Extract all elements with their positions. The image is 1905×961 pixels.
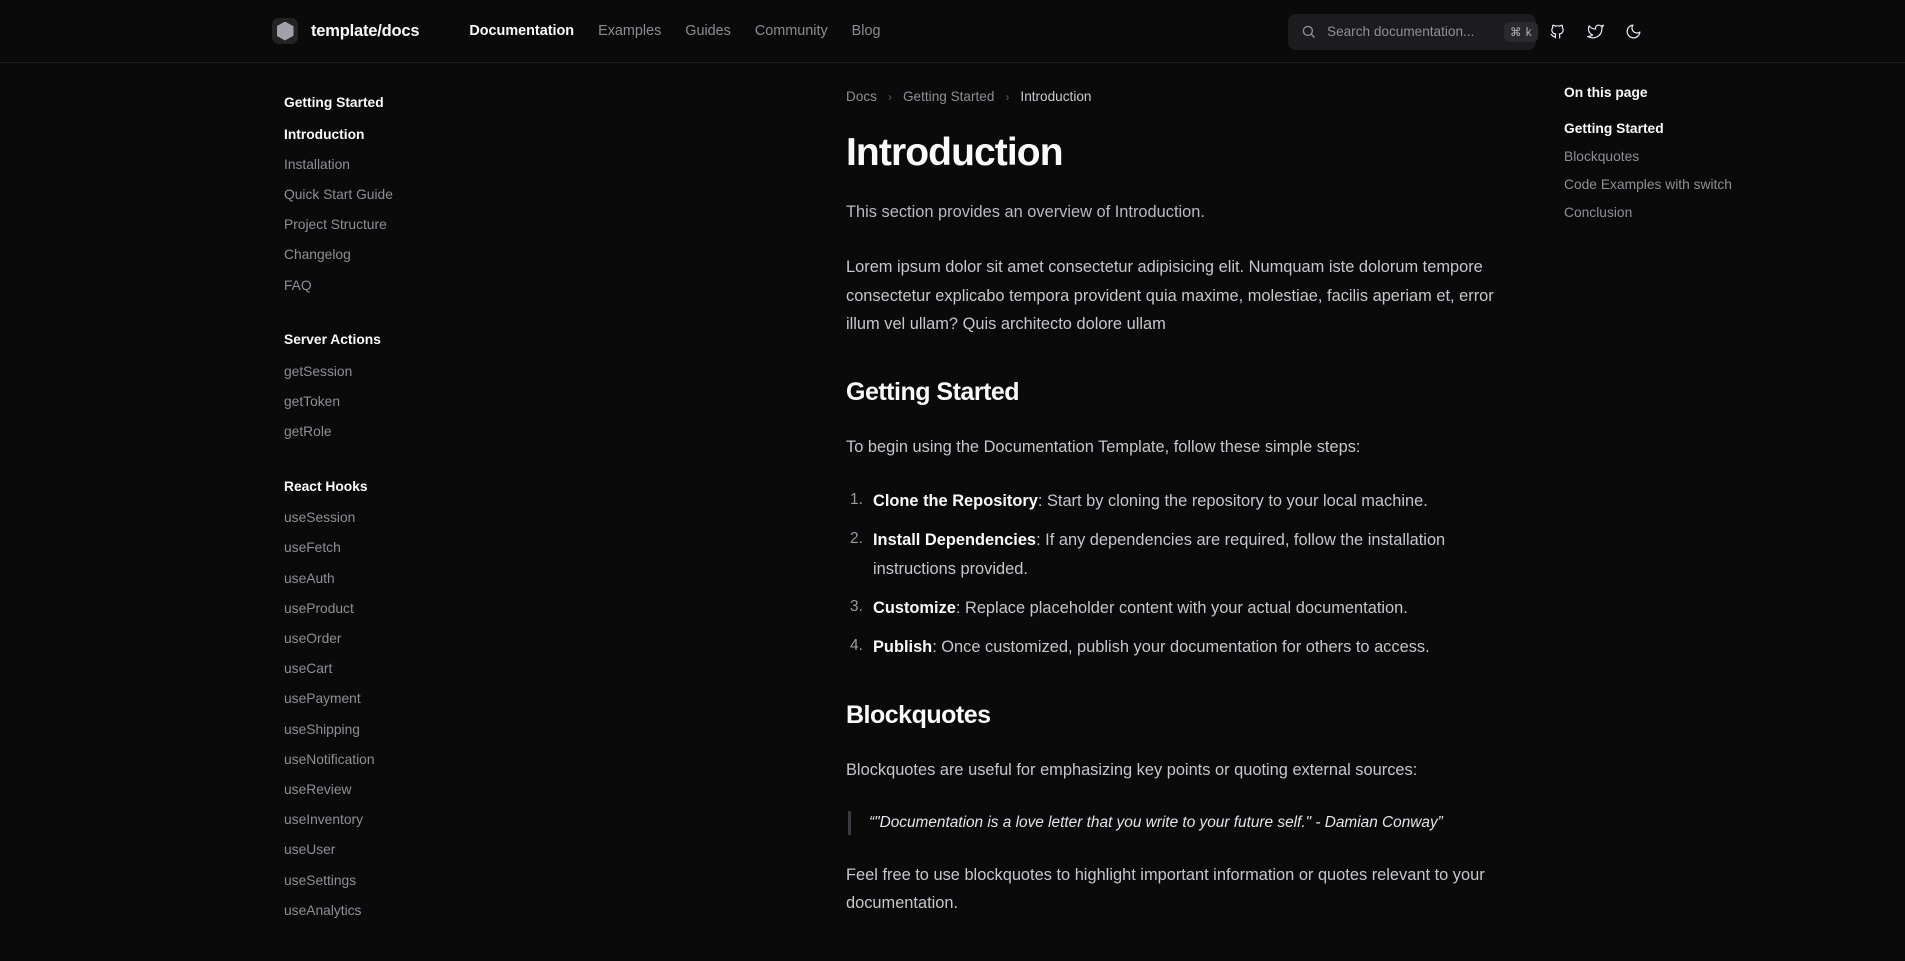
page-lede: This section provides an overview of Int… (846, 202, 1205, 221)
step-term: Clone the Repository (873, 492, 1038, 511)
page-layout: Getting Started Introduction Installatio… (0, 63, 1905, 961)
sidebar-item-installation[interactable]: Installation (272, 149, 544, 179)
sidebar-section-title: Getting Started (284, 95, 384, 110)
nav-item-guides[interactable]: Guides (673, 19, 743, 43)
sidebar-item-usefetch[interactable]: useFetch (272, 533, 544, 563)
sidebar-section-title: Server Actions (284, 332, 381, 348)
hexagon-logo-icon (272, 18, 298, 44)
sidebar-item-getsession[interactable]: getSession (272, 356, 544, 386)
step-term: Install Dependencies (873, 531, 1037, 550)
sidebar-item-introduction[interactable]: Introduction (272, 119, 544, 149)
toc-item-code-examples-with-switch[interactable]: Code Examples with switch (1564, 170, 1864, 198)
sidebar-item-gettoken[interactable]: getToken (272, 386, 544, 416)
brand-name: template/docs (311, 21, 420, 40)
sidebar-item-useuser[interactable]: useUser (272, 835, 544, 865)
breadcrumb-item-introduction: Introduction (1020, 89, 1092, 104)
getting-started-intro: To begin using the Documentation Templat… (846, 438, 1361, 457)
heading-getting-started: Getting Started (846, 378, 1020, 407)
list-item: Publish: Once customized, publish your d… (846, 633, 1524, 661)
step-text: : Once customized, publish your document… (932, 638, 1430, 657)
heading-blockquotes: Blockquotes (846, 701, 991, 730)
twitter-icon[interactable] (1578, 15, 1612, 49)
sidebar-item-usepayment[interactable]: usePayment (272, 684, 544, 714)
github-icon[interactable] (1540, 15, 1574, 49)
search-input[interactable] (1327, 24, 1504, 39)
sidebar-item-faq[interactable]: FAQ (272, 270, 544, 300)
brand-logo-link[interactable]: template/docs (272, 18, 420, 44)
step-text: : Start by cloning the repository to you… (1037, 492, 1428, 511)
sidebar-item-useauth[interactable]: useAuth (272, 563, 544, 593)
sidebar-section-server-actions: Server Actions getSession getToken getRo… (272, 326, 544, 447)
breadcrumb-item-getting-started[interactable]: Getting Started (903, 89, 994, 104)
sidebar-item-getrole[interactable]: getRole (272, 417, 544, 447)
getting-started-steps: Clone the Repository: Start by cloning t… (846, 487, 1524, 661)
blockquote: “"Documentation is a love letter that yo… (848, 810, 1524, 836)
sidebar-item-useanalytics[interactable]: useAnalytics (272, 895, 544, 925)
chevron-right-icon: › (1005, 89, 1010, 104)
header-actions: ⌘ k (1288, 0, 1905, 63)
search-box[interactable]: ⌘ k (1288, 13, 1538, 50)
toc-item-conclusion[interactable]: Conclusion (1564, 198, 1864, 226)
blockquotes-intro: Blockquotes are useful for emphasizing k… (846, 761, 1418, 780)
sidebar-item-usesession[interactable]: useSession (272, 503, 544, 533)
chevron-right-icon: › (887, 89, 892, 104)
sidebar-item-usenotification[interactable]: useNotification (272, 744, 544, 774)
sidebar-item-project-structure[interactable]: Project Structure (272, 210, 544, 240)
breadcrumb: Docs › Getting Started › Introduction (846, 89, 1524, 104)
sidebar-item-usecart[interactable]: useCart (272, 654, 544, 684)
on-this-page-toc: On this page Getting Started Blockquotes… (1564, 63, 1864, 226)
sidebar-item-useinventory[interactable]: useInventory (272, 805, 544, 835)
step-term: Publish (873, 638, 933, 657)
toc-item-blockquotes[interactable]: Blockquotes (1564, 142, 1864, 170)
nav-item-blog[interactable]: Blog (840, 19, 893, 43)
nav-item-community[interactable]: Community (743, 19, 840, 43)
site-header: template/docs Documentation Examples Gui… (0, 0, 1905, 63)
nav-item-examples[interactable]: Examples (586, 19, 673, 43)
sidebar-item-usereview[interactable]: useReview (272, 774, 544, 804)
search-shortcut-badge: ⌘ k (1504, 21, 1538, 42)
list-item: Customize: Replace placeholder content w… (846, 594, 1524, 622)
search-icon (1301, 24, 1316, 39)
list-item: Clone the Repository: Start by cloning t… (846, 487, 1524, 515)
sidebar-item-quick-start-guide[interactable]: Quick Start Guide (272, 179, 544, 209)
blockquotes-outro: Feel free to use blockquotes to highligh… (846, 866, 1485, 913)
sidebar-section-react-hooks: React Hooks useSession useFetch useAuth … (272, 473, 544, 926)
main-content: Docs › Getting Started › Introduction In… (544, 63, 1564, 944)
sidebar-item-changelog[interactable]: Changelog (272, 240, 544, 270)
toc-item-getting-started[interactable]: Getting Started (1564, 114, 1864, 142)
sidebar-item-useorder[interactable]: useOrder (272, 623, 544, 653)
moon-theme-toggle-icon[interactable] (1616, 15, 1650, 49)
sidebar-section-getting-started: Getting Started Introduction Installatio… (272, 89, 544, 300)
step-text: : Replace placeholder content with your … (955, 598, 1408, 617)
list-item: Install Dependencies: If any dependencie… (846, 526, 1524, 582)
sidebar-item-usesettings[interactable]: useSettings (272, 865, 544, 895)
page-title: Introduction (846, 131, 1064, 174)
sidebar-section-title: React Hooks (284, 478, 368, 494)
primary-nav: Documentation Examples Guides Community … (457, 19, 892, 43)
nav-item-documentation[interactable]: Documentation (457, 19, 586, 43)
breadcrumb-item-docs[interactable]: Docs (846, 89, 877, 104)
toc-title: On this page (1564, 85, 1648, 100)
step-term: Customize (873, 598, 956, 617)
intro-paragraph: Lorem ipsum dolor sit amet consectetur a… (846, 258, 1494, 333)
sidebar-item-useshipping[interactable]: useShipping (272, 714, 544, 744)
docs-sidebar: Getting Started Introduction Installatio… (272, 63, 544, 961)
sidebar-item-useproduct[interactable]: useProduct (272, 593, 544, 623)
